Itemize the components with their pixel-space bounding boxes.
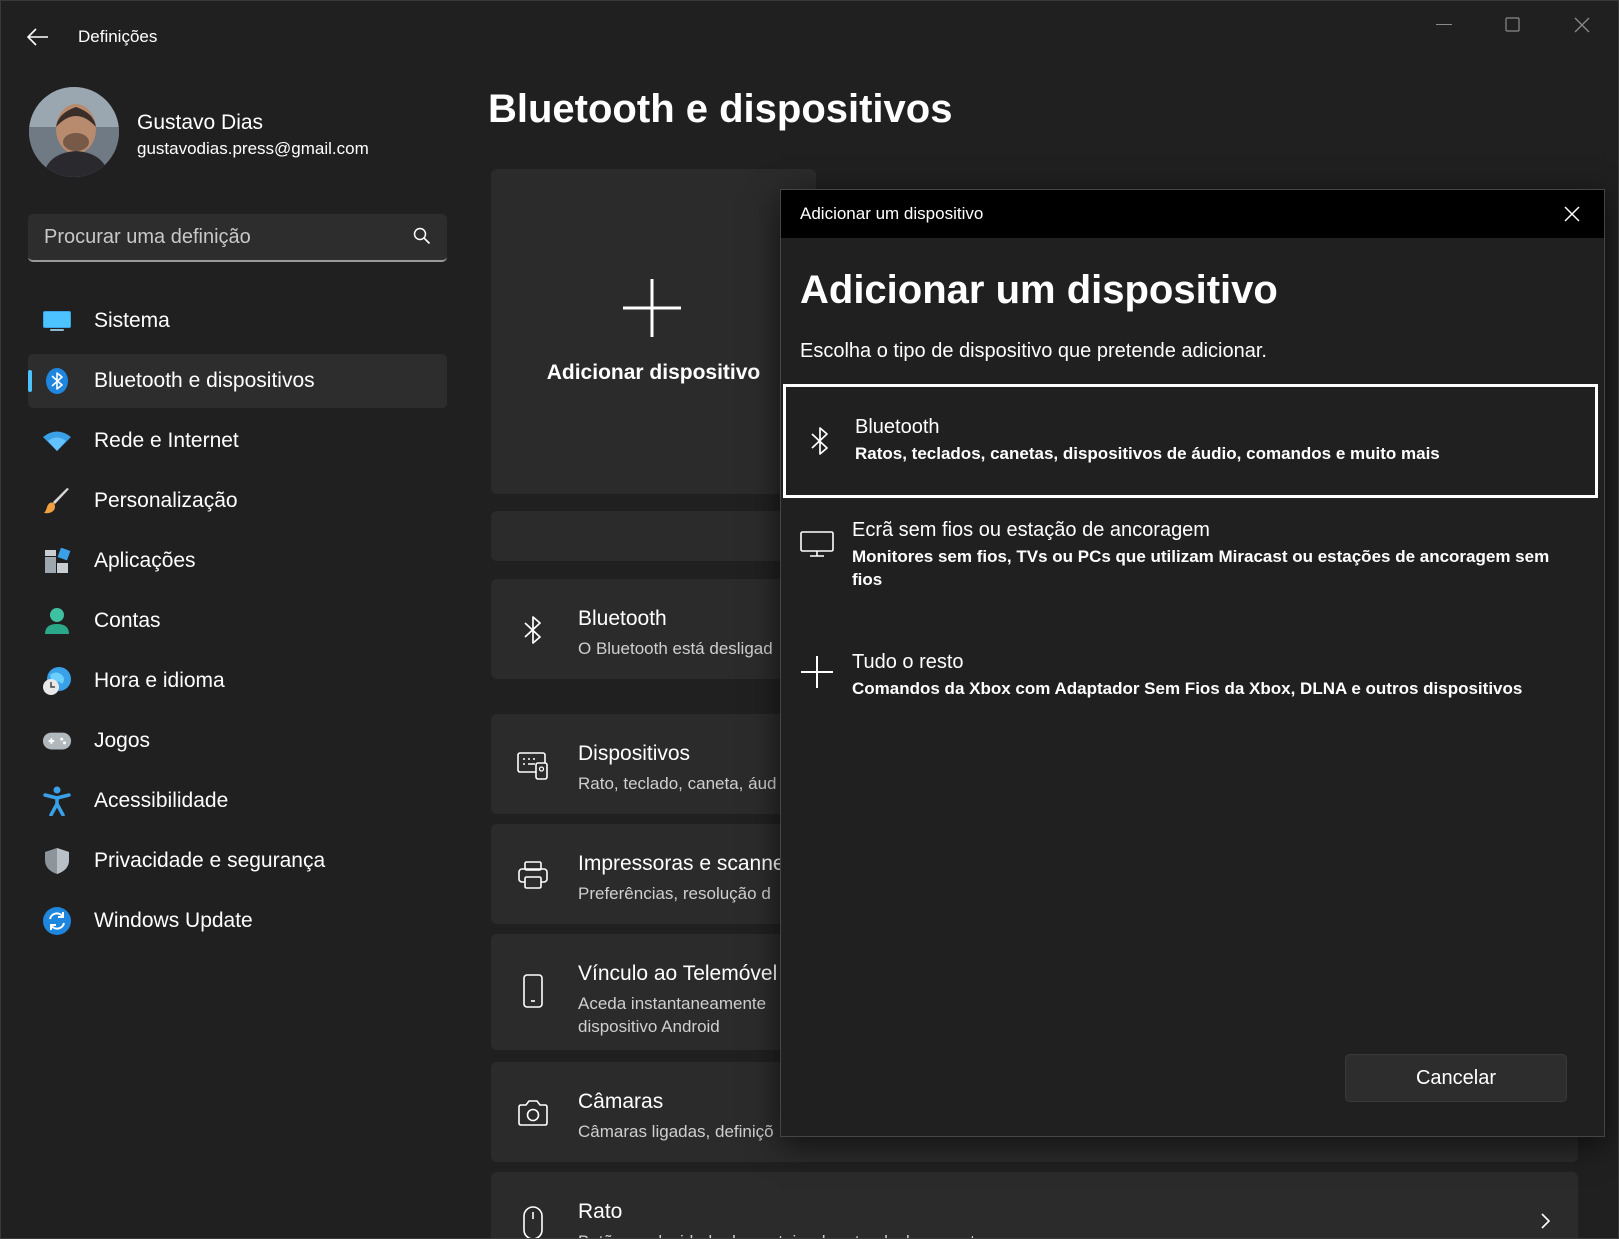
back-button[interactable] [23, 23, 53, 51]
search-icon[interactable] [413, 227, 431, 250]
monitor-icon [797, 524, 837, 564]
shield-icon [42, 847, 72, 875]
camera-icon [516, 1096, 550, 1130]
option-title: Ecrã sem fios ou estação de ancoragem [852, 519, 1210, 541]
sidebar-item-contas[interactable]: Contas [28, 594, 447, 648]
dialog-subtitle: Escolha o tipo de dispositivo que preten… [800, 340, 1267, 362]
chevron-right-icon [1540, 1212, 1552, 1235]
row-subtitle: Câmaras ligadas, definiçõ [578, 1122, 774, 1141]
phone-icon [516, 974, 550, 1008]
sidebar-item-label: Privacidade e segurança [94, 849, 326, 872]
option-title: Bluetooth [855, 416, 940, 438]
sidebar-item-privacidade[interactable]: Privacidade e segurança [28, 834, 447, 888]
plus-icon [797, 652, 837, 692]
row-title: Rato [578, 1200, 623, 1223]
brush-icon [42, 487, 72, 515]
mouse-icon [516, 1206, 550, 1238]
row-title: Câmaras [578, 1090, 664, 1113]
sidebar-item-jogos[interactable]: Jogos [28, 714, 447, 768]
add-device-label: Adicionar dispositivo [546, 361, 761, 384]
sidebar-item-label: Bluetooth e dispositivos [94, 369, 315, 392]
sidebar-item-label: Jogos [94, 729, 151, 752]
option-wireless-display[interactable]: Ecrã sem fios ou estação de ancoragem Mo… [783, 502, 1598, 622]
row-subtitle: O Bluetooth está desligad [578, 639, 773, 658]
sidebar-item-sistema[interactable]: Sistema [28, 294, 447, 348]
option-bluetooth[interactable]: Bluetooth Ratos, teclados, canetas, disp… [783, 384, 1598, 498]
sidebar-item-label: Acessibilidade [94, 789, 229, 812]
minimize-button[interactable] [1421, 11, 1467, 39]
mouse-row[interactable]: Rato Botões, velocidade do ponteiro do r… [491, 1172, 1578, 1238]
dialog-close-button[interactable] [1558, 200, 1586, 228]
sidebar-item-aplicacoes[interactable]: Aplicações [28, 534, 447, 588]
bluetooth-icon [42, 367, 72, 395]
sidebar-item-bluetooth[interactable]: Bluetooth e dispositivos [28, 354, 447, 408]
row-title: Bluetooth [578, 607, 667, 630]
cancel-button[interactable]: Cancelar [1345, 1054, 1567, 1102]
sidebar-item-windows-update[interactable]: Windows Update [28, 894, 447, 948]
monitor-icon [42, 307, 72, 335]
option-everything-else[interactable]: Tudo o resto Comandos da Xbox com Adapta… [783, 630, 1598, 730]
option-description: Ratos, teclados, canetas, dispositivos d… [855, 444, 1440, 463]
sidebar-item-personalizacao[interactable]: Personalização [28, 474, 447, 528]
sidebar-item-label: Personalização [94, 489, 238, 512]
sidebar-item-label: Contas [94, 609, 161, 632]
sidebar-item-label: Windows Update [94, 909, 253, 932]
add-device-card[interactable]: Adicionar dispositivo [491, 169, 816, 494]
row-subtitle: Preferências, resolução d [578, 884, 771, 903]
gamepad-icon [42, 727, 72, 755]
sidebar-nav: Sistema Bluetooth e dispositivos Rede e … [28, 294, 447, 954]
accessibility-icon [42, 786, 72, 816]
close-window-button[interactable] [1559, 11, 1605, 39]
bluetooth-icon [800, 421, 840, 461]
app-title: Definições [78, 27, 158, 46]
add-device-dialog: Adicionar um dispositivo Adicionar um di… [780, 189, 1605, 1137]
close-icon [1574, 17, 1590, 33]
row-subtitle: Botões, velocidade do ponteiro do rato, … [578, 1230, 984, 1238]
settings-window: Definições Gustavo Dias gustavodias.pres… [0, 0, 1619, 1239]
option-description: Monitores sem fios, TVs ou PCs que utili… [852, 547, 1550, 589]
sidebar-item-label: Sistema [94, 309, 170, 332]
apps-icon [42, 547, 72, 575]
search-box[interactable] [28, 214, 447, 262]
avatar [29, 87, 119, 177]
sidebar-item-label: Rede e Internet [94, 429, 239, 452]
dialog-bar-title: Adicionar um dispositivo [800, 204, 984, 223]
row-title: Impressoras e scanner [578, 852, 792, 875]
minimize-icon [1436, 24, 1452, 25]
search-input[interactable] [44, 214, 384, 260]
close-icon [1564, 206, 1580, 222]
plus-icon [621, 277, 683, 344]
row-title: Vínculo ao Telemóvel [578, 962, 778, 985]
person-icon [42, 607, 72, 635]
row-title: Dispositivos [578, 742, 691, 765]
row-subtitle: Aceda instantaneamente [578, 994, 767, 1013]
update-icon [42, 907, 72, 935]
sidebar-item-hora[interactable]: Hora e idioma [28, 654, 447, 708]
option-description: Comandos da Xbox com Adaptador Sem Fios … [852, 679, 1523, 698]
sidebar-item-label: Aplicações [94, 549, 196, 572]
keyboard-devices-icon [516, 748, 550, 782]
wifi-icon [42, 427, 72, 455]
page-title: Bluetooth e dispositivos [488, 87, 953, 131]
dialog-heading: Adicionar um dispositivo [800, 268, 1278, 312]
row-subtitle-line2: dispositivo Android [578, 1017, 720, 1036]
title-bar: Definições [1, 1, 1618, 73]
globe-clock-icon [42, 667, 72, 695]
row-subtitle: Rato, teclado, caneta, áud [578, 774, 777, 793]
sidebar-item-acessibilidade[interactable]: Acessibilidade [28, 774, 447, 828]
user-name: Gustavo Dias [137, 111, 264, 134]
dialog-title-bar: Adicionar um dispositivo [781, 190, 1604, 238]
sidebar-item-rede[interactable]: Rede e Internet [28, 414, 447, 468]
option-title: Tudo o resto [852, 651, 964, 673]
maximize-button[interactable] [1490, 11, 1536, 39]
printer-icon [516, 858, 550, 892]
user-email: gustavodias.press@gmail.com [137, 139, 369, 158]
maximize-icon [1505, 17, 1520, 32]
sidebar-item-label: Hora e idioma [94, 669, 225, 692]
bluetooth-icon [516, 613, 550, 647]
arrow-left-icon [27, 28, 48, 46]
